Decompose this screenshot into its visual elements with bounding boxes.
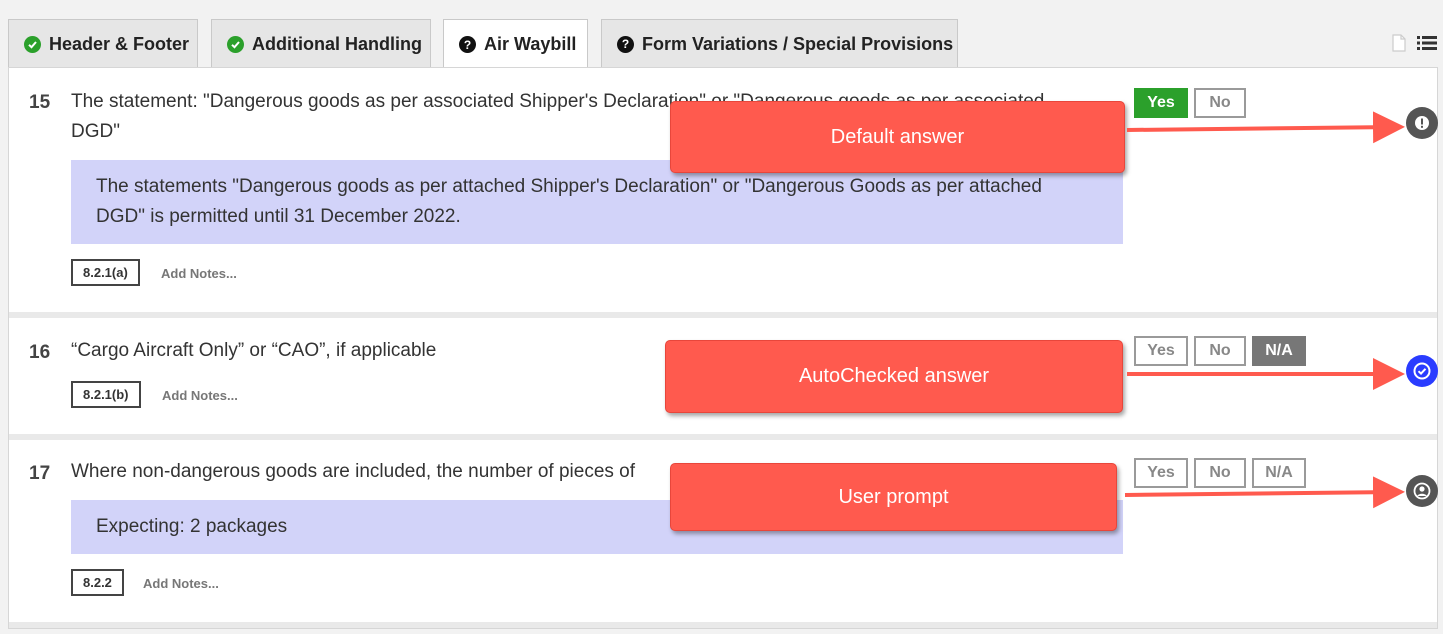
arrow-default <box>1126 111 1405 144</box>
page: Header & Footer Additional Handling ? Ai… <box>0 0 1443 634</box>
arrow-user-prompt <box>1124 476 1405 509</box>
annotation-arrows <box>1124 111 1405 509</box>
